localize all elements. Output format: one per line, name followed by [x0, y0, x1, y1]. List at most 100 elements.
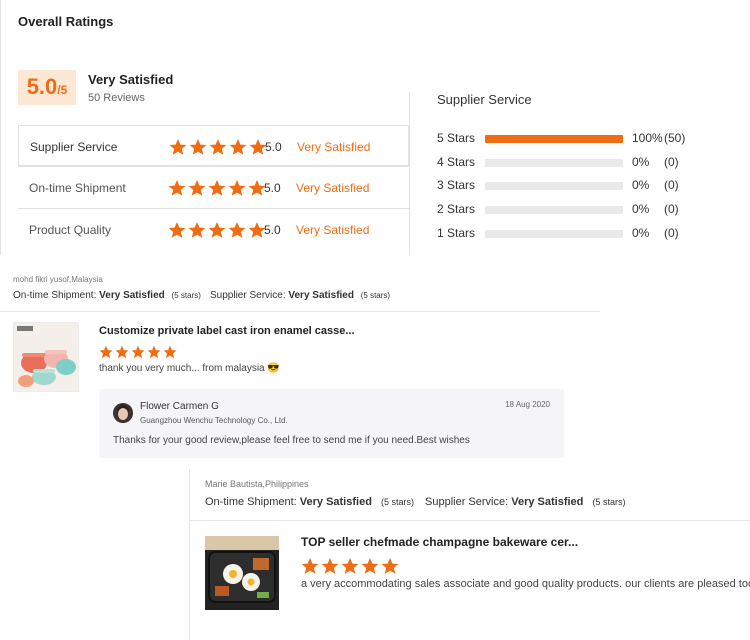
rows-divider-line: [18, 208, 409, 209]
star-icon: [208, 179, 226, 197]
shipment-stars: (5 stars): [380, 497, 414, 507]
review-meta: Supplier Service: Very Satisfied (5 star…: [210, 290, 390, 301]
service-stars: (5 stars): [592, 497, 626, 507]
reviewer-name: Marie Bautista,Philippines: [205, 479, 309, 489]
star-icon: [168, 179, 186, 197]
reviews-count: 50 Reviews: [88, 92, 145, 104]
star-icon: [99, 345, 113, 359]
rating-row-text: Very Satisfied: [296, 223, 370, 237]
rating-row-score: 5.0: [265, 140, 282, 154]
star-icon: [188, 179, 206, 197]
overall-summary: Very Satisfied: [88, 72, 174, 87]
breakdown-label: 3 Stars: [437, 178, 476, 193]
rating-row-stars: [168, 179, 266, 197]
star-icon: [209, 138, 227, 156]
star-icon: [381, 557, 399, 575]
shipment-value: Very Satisfied: [299, 496, 372, 508]
rating-row-product-quality[interactable]: Product Quality 5.0 Very Satisfied: [18, 209, 409, 250]
rating-row-label: On-time Shipment: [29, 181, 126, 195]
breakdown-count: (0): [664, 154, 679, 169]
breakdown-bar-track: [485, 135, 623, 143]
service-value: Very Satisfied: [288, 290, 354, 301]
review-meta: On-time Shipment: Very Satisfied (5 star…: [205, 496, 414, 508]
rating-row-text: Very Satisfied: [297, 140, 371, 154]
rating-row-text: Very Satisfied: [296, 181, 370, 195]
breakdown-percent: 0%: [632, 178, 650, 193]
score-value: 5.0: [26, 74, 58, 99]
breakdown-title: Supplier Service: [437, 92, 532, 107]
star-icon: [163, 345, 177, 359]
score-badge: 5.0 /5: [18, 70, 76, 105]
service-label: Supplier Service:: [425, 496, 509, 508]
breakdown-count: (0): [664, 202, 679, 217]
review-comment: thank you very much... from malaysia 😎: [99, 363, 280, 374]
star-icon: [115, 345, 129, 359]
breakdown-percent: 100%: [632, 131, 663, 145]
reply-date: 18 Aug 2020: [505, 400, 550, 409]
review-left-border: [189, 469, 190, 640]
shipment-label: On-time Shipment:: [205, 496, 297, 508]
avatar: [113, 403, 133, 423]
product-thumbnail[interactable]: [13, 322, 79, 392]
breakdown-bar-track: [485, 158, 623, 167]
rows-divider-line: [18, 166, 409, 167]
star-icon: [228, 179, 246, 197]
shipment-stars: (5 stars): [171, 291, 201, 300]
score-suffix: /5: [57, 83, 68, 97]
star-icon: [208, 221, 226, 239]
service-label: Supplier Service:: [210, 290, 286, 301]
casserole-image: [14, 323, 78, 391]
star-icon: [228, 221, 246, 239]
reply-text: Thanks for your good review,please feel …: [113, 435, 470, 446]
left-border-line: [0, 0, 1, 255]
breakdown-percent: 0%: [632, 154, 650, 169]
breakdown-percent: 0%: [632, 202, 650, 217]
reply-company: Guangzhou Wenchu Technology Co., Ltd.: [140, 416, 288, 425]
star-icon: [147, 345, 161, 359]
rating-row-stars: [168, 221, 266, 239]
review-comment: a very accommodating sales associate and…: [301, 578, 750, 590]
review-stars: [99, 345, 177, 359]
product-title-link[interactable]: TOP seller chefmade champagne bakeware c…: [301, 535, 578, 549]
rating-row-supplier-service[interactable]: Supplier Service 5.0 Very Satisfied: [18, 125, 409, 166]
vertical-divider: [409, 92, 410, 255]
product-title-link[interactable]: Customize private label cast iron enamel…: [99, 325, 355, 337]
breakdown-label: 2 Stars: [437, 202, 476, 217]
rating-row-on-time-shipment[interactable]: On-time Shipment 5.0 Very Satisfied: [18, 167, 409, 208]
star-icon: [229, 138, 247, 156]
breakdown-bar-track: [485, 182, 623, 191]
star-icon: [168, 221, 186, 239]
breakdown-percent: 0%: [632, 225, 650, 240]
review-meta: Supplier Service: Very Satisfied (5 star…: [425, 496, 625, 508]
rating-row-stars: [169, 138, 267, 156]
breakdown-label: 4 Stars: [437, 154, 476, 169]
star-icon: [188, 221, 206, 239]
rating-row-score: 5.0: [264, 181, 281, 195]
breakdown-count: (0): [664, 178, 679, 193]
star-icon: [189, 138, 207, 156]
review-divider: [0, 311, 600, 312]
rating-row-label: Supplier Service: [30, 140, 118, 154]
breakdown-label: 1 Stars: [437, 225, 476, 240]
breakdown-count: (0): [664, 225, 679, 240]
reply-name: Flower Carmen G: [140, 401, 219, 412]
breakdown-count: (50): [664, 131, 686, 145]
seller-reply-box: Flower Carmen G Guangzhou Wenchu Technol…: [99, 389, 564, 458]
product-thumbnail[interactable]: [205, 536, 279, 610]
review-stars: [301, 557, 399, 575]
review-divider: [189, 520, 750, 521]
service-value: Very Satisfied: [511, 496, 584, 508]
breakdown-bar-fill: [485, 135, 623, 143]
star-icon: [301, 557, 319, 575]
shipment-label: On-time Shipment:: [13, 290, 97, 301]
star-icon: [341, 557, 359, 575]
breakdown-label: 5 Stars: [437, 131, 476, 145]
review-meta: On-time Shipment: Very Satisfied (5 star…: [13, 290, 201, 301]
star-icon: [131, 345, 145, 359]
overall-ratings-title: Overall Ratings: [18, 14, 114, 29]
star-icon: [321, 557, 339, 575]
service-stars: (5 stars): [360, 291, 391, 300]
breakdown-bar-track: [485, 206, 623, 215]
breakdown-bar-track: [485, 229, 623, 238]
star-icon: [169, 138, 187, 156]
